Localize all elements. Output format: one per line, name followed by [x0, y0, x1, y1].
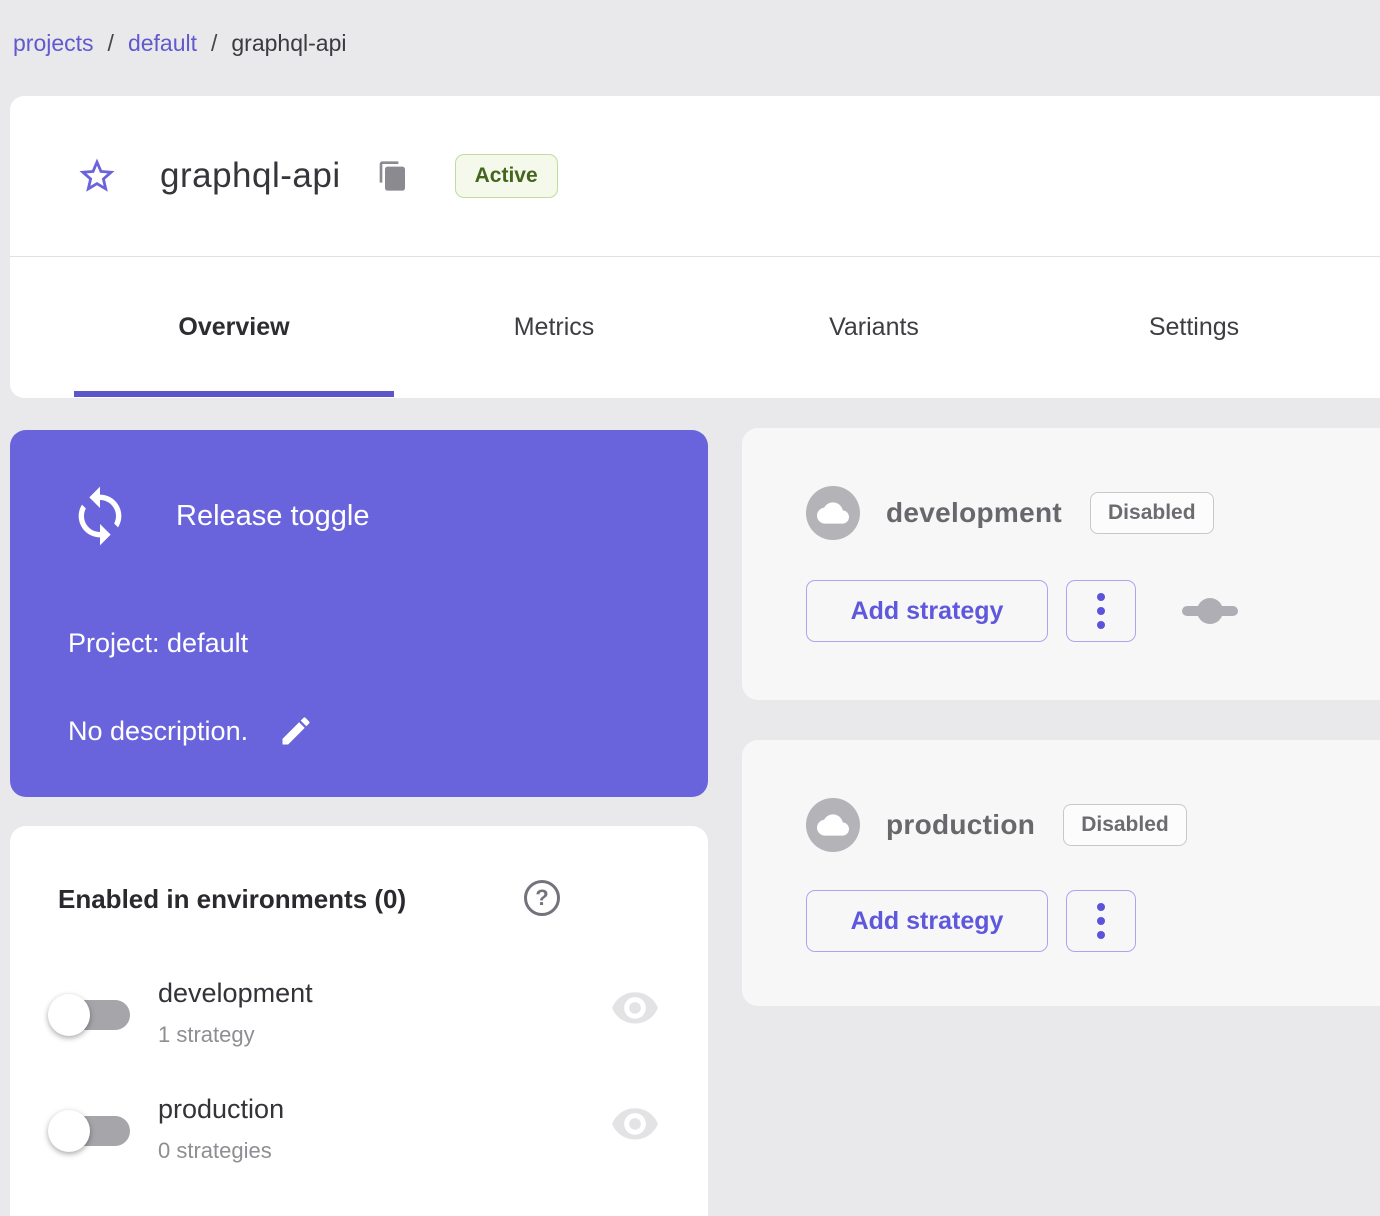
environment-card-actions: Add strategy — [806, 890, 1136, 952]
development-toggle-switch[interactable] — [46, 984, 146, 1044]
visibility-eye-icon[interactable] — [610, 992, 660, 1028]
environment-strategy-count: 0 strategies — [158, 1138, 272, 1163]
environment-status-badge: Disabled — [1090, 492, 1214, 534]
project-label: Project: default — [68, 628, 249, 658]
breadcrumb-separator: / — [211, 30, 218, 56]
environment-card-production: production Disabled Add strategy — [742, 740, 1380, 1006]
description-row: No description. — [68, 713, 314, 749]
environment-row-development: development 1 strategy — [46, 970, 686, 1074]
tab-overview-label: Overview — [178, 312, 290, 341]
breadcrumb-project-link[interactable]: default — [128, 30, 197, 57]
environment-status-badge: Disabled — [1063, 804, 1187, 846]
breadcrumb-projects-link[interactable]: projects — [13, 30, 94, 57]
tab-variants-label: Variants — [829, 312, 919, 341]
tab-overview[interactable]: Overview — [74, 257, 394, 397]
feature-overview-card: Release toggle Project: default No descr… — [10, 430, 708, 797]
tab-metrics[interactable]: Metrics — [394, 257, 714, 397]
breadcrumb: projects / default / graphql-api — [13, 30, 346, 57]
environment-card-header: production Disabled — [806, 798, 1187, 852]
active-tab-underline — [74, 391, 394, 397]
kebab-menu-button[interactable] — [1066, 890, 1136, 952]
breadcrumb-separator: / — [107, 30, 114, 56]
environment-card-development: development Disabled Add strategy — [742, 428, 1380, 700]
tab-metrics-label: Metrics — [513, 312, 595, 341]
toggle-thumb — [48, 1110, 90, 1152]
release-toggle-sync-icon — [78, 486, 122, 546]
environment-card-header: development Disabled — [806, 486, 1214, 540]
environment-strategy-count: 1 strategy — [158, 1022, 255, 1047]
environment-card-name: production — [886, 809, 1036, 840]
edit-pencil-icon[interactable] — [278, 713, 314, 749]
enabled-environments-panel: Enabled in environments (0) ? developmen… — [10, 826, 708, 1216]
tab-settings-label: Settings — [1148, 312, 1240, 341]
cloud-icon — [806, 798, 860, 852]
environment-card-actions: Add strategy — [806, 580, 1240, 642]
enabled-environments-title: Enabled in environments (0) — [58, 884, 407, 914]
page-title: graphql-api — [160, 156, 341, 195]
environment-row-production: production 0 strategies — [46, 1086, 686, 1190]
add-strategy-button[interactable]: Add strategy — [806, 580, 1048, 642]
description-label: No description. — [68, 715, 249, 746]
environment-card-name: development — [886, 497, 1063, 528]
cloud-icon — [806, 486, 860, 540]
breadcrumb-current-feature: graphql-api — [231, 30, 347, 56]
copy-icon[interactable] — [377, 160, 409, 192]
favorite-star-icon[interactable] — [76, 155, 118, 197]
toggle-thumb — [48, 994, 90, 1036]
add-strategy-button[interactable]: Add strategy — [806, 890, 1048, 952]
help-icon[interactable]: ? — [524, 880, 560, 916]
slider-knob — [1197, 598, 1223, 624]
toggle-type-label: Release toggle — [176, 499, 370, 532]
production-toggle-switch[interactable] — [46, 1100, 146, 1160]
kebab-menu-button[interactable] — [1066, 580, 1136, 642]
tab-variants[interactable]: Variants — [714, 257, 1034, 397]
feature-tabs: Overview Metrics Variants Settings — [10, 257, 1380, 397]
feature-header-card: graphql-api Active Overview Metrics Vari… — [10, 96, 1380, 398]
visibility-eye-icon[interactable] — [610, 1108, 660, 1144]
feature-title-row: graphql-api Active — [10, 96, 1380, 256]
environment-name: development — [158, 978, 313, 1008]
rollout-slider-icon[interactable] — [1180, 581, 1240, 641]
tab-settings[interactable]: Settings — [1034, 257, 1354, 397]
toggle-type-row: Release toggle — [68, 484, 369, 548]
environment-name: production — [158, 1094, 285, 1124]
status-badge: Active — [454, 154, 558, 198]
